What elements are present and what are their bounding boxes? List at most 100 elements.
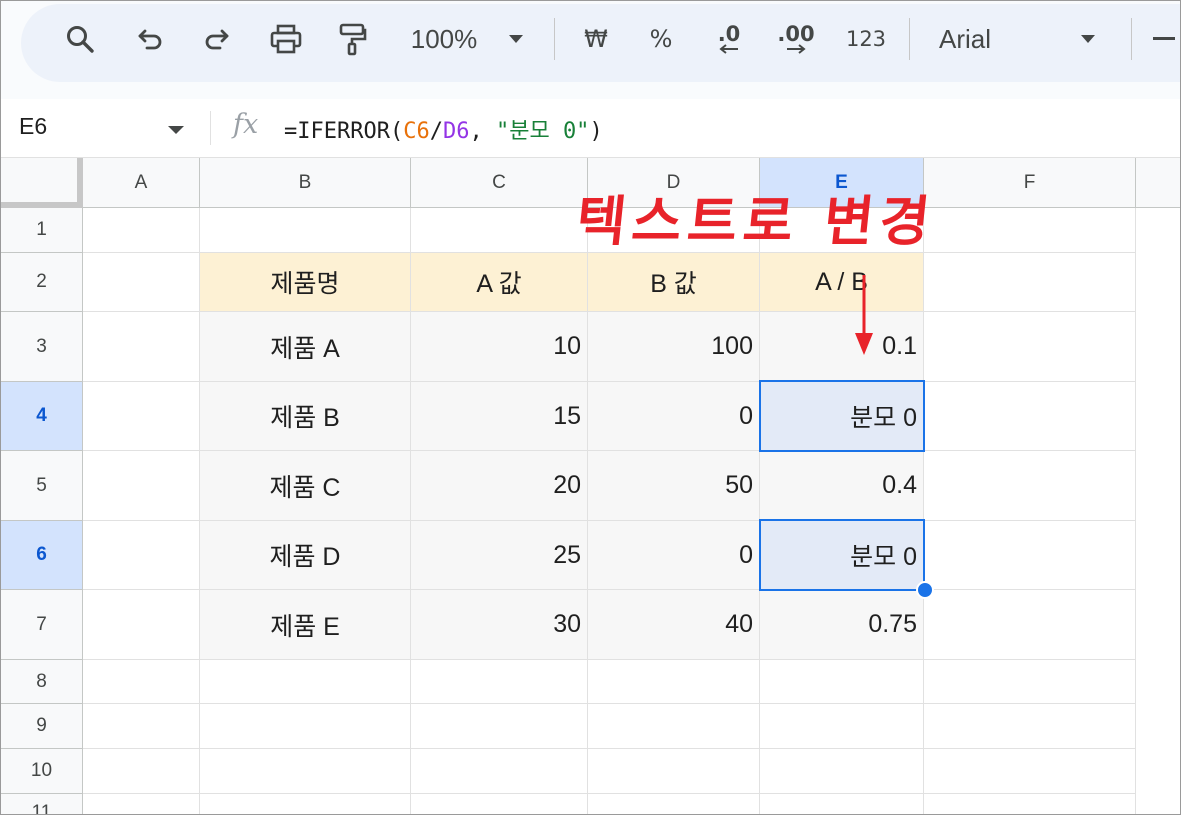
name-box[interactable]: E6 <box>19 113 47 140</box>
column-header-g[interactable] <box>1136 158 1180 208</box>
currency-format-button[interactable]: ₩ <box>576 15 616 63</box>
chevron-down-icon[interactable] <box>167 122 185 140</box>
cell-a5[interactable] <box>83 451 200 521</box>
cell-b9[interactable] <box>200 704 411 749</box>
cell-a4[interactable] <box>83 382 200 451</box>
table-cell-product[interactable]: 제품 A <box>200 312 411 382</box>
row-header-1[interactable]: 1 <box>1 208 83 253</box>
cell-f6[interactable] <box>924 521 1136 590</box>
cell-b11[interactable] <box>200 794 411 814</box>
row-header-8[interactable]: 8 <box>1 660 83 704</box>
cell-f5[interactable] <box>924 451 1136 521</box>
zoom-select[interactable]: 100% <box>401 15 487 63</box>
table-cell-a-value[interactable]: 30 <box>411 590 588 660</box>
select-all-corner[interactable] <box>1 158 83 208</box>
cell-f1[interactable] <box>924 208 1136 253</box>
row-header-9[interactable]: 9 <box>1 704 83 749</box>
cell-a1[interactable] <box>83 208 200 253</box>
table-header-b-value[interactable]: B 값 <box>588 253 760 312</box>
table-header-a-value[interactable]: A 값 <box>411 253 588 312</box>
cell-f11[interactable] <box>924 794 1136 814</box>
row-header-4[interactable]: 4 <box>1 382 83 451</box>
fill-handle[interactable] <box>916 581 934 599</box>
table-cell-b-value[interactable]: 0 <box>588 382 760 451</box>
column-header-c[interactable]: C <box>411 158 588 208</box>
row-header-10[interactable]: 10 <box>1 749 83 794</box>
cell-d10[interactable] <box>588 749 760 794</box>
cell-e10[interactable] <box>760 749 924 794</box>
table-cell-a-value[interactable]: 15 <box>411 382 588 451</box>
cell-c1[interactable] <box>411 208 588 253</box>
table-cell-b-value[interactable]: 40 <box>588 590 760 660</box>
cell-f10[interactable] <box>924 749 1136 794</box>
cell-a10[interactable] <box>83 749 200 794</box>
table-header-ratio[interactable]: A / B <box>760 253 924 312</box>
cell-d11[interactable] <box>588 794 760 814</box>
number-format-button[interactable]: 123 <box>841 15 891 63</box>
cell-a3[interactable] <box>83 312 200 382</box>
cell-f2[interactable] <box>924 253 1136 312</box>
row-header-6[interactable]: 6 <box>1 521 83 590</box>
table-header-product[interactable]: 제품명 <box>200 253 411 312</box>
row-header-5[interactable]: 5 <box>1 451 83 521</box>
column-header-f[interactable]: F <box>924 158 1136 208</box>
cell-c10[interactable] <box>411 749 588 794</box>
table-cell-b-value[interactable]: 100 <box>588 312 760 382</box>
cell-a9[interactable] <box>83 704 200 749</box>
redo-icon[interactable] <box>196 15 236 63</box>
table-cell-a-value[interactable]: 10 <box>411 312 588 382</box>
percent-format-button[interactable]: % <box>641 15 681 63</box>
cell-f9[interactable] <box>924 704 1136 749</box>
cell-b10[interactable] <box>200 749 411 794</box>
cell-e11[interactable] <box>760 794 924 814</box>
paint-format-icon[interactable] <box>331 15 373 63</box>
table-cell-product[interactable]: 제품 B <box>200 382 411 451</box>
cell-f3[interactable] <box>924 312 1136 382</box>
cell-a7[interactable] <box>83 590 200 660</box>
chevron-down-icon[interactable] <box>1076 15 1100 63</box>
cell-f8[interactable] <box>924 660 1136 704</box>
cell-e8[interactable] <box>760 660 924 704</box>
table-cell-b-value[interactable]: 0 <box>588 521 760 590</box>
decrease-decimal-button[interactable]: .0 <box>706 15 752 63</box>
cell-e9[interactable] <box>760 704 924 749</box>
column-header-a[interactable]: A <box>83 158 200 208</box>
table-cell-a-value[interactable]: 25 <box>411 521 588 590</box>
row-header-7[interactable]: 7 <box>1 590 83 660</box>
increase-decimal-button[interactable]: .00 <box>771 15 821 63</box>
cell-c8[interactable] <box>411 660 588 704</box>
cell-c9[interactable] <box>411 704 588 749</box>
table-cell-product[interactable]: 제품 C <box>200 451 411 521</box>
table-cell-ratio[interactable]: 분모 0 <box>760 521 924 590</box>
cell-d8[interactable] <box>588 660 760 704</box>
formula-input[interactable]: =IFERROR(C6/D6, "분모 0") <box>284 113 603 145</box>
table-cell-product[interactable]: 제품 E <box>200 590 411 660</box>
row-header-11[interactable]: 11 <box>1 794 83 814</box>
print-icon[interactable] <box>265 15 307 63</box>
column-header-b[interactable]: B <box>200 158 411 208</box>
cell-f7[interactable] <box>924 590 1136 660</box>
table-cell-ratio[interactable]: 0.1 <box>760 312 924 382</box>
table-cell-ratio[interactable]: 0.4 <box>760 451 924 521</box>
table-cell-ratio[interactable]: 분모 0 <box>760 382 924 451</box>
cell-a11[interactable] <box>83 794 200 814</box>
cell-a2[interactable] <box>83 253 200 312</box>
cell-b1[interactable] <box>200 208 411 253</box>
undo-icon[interactable] <box>131 15 171 63</box>
cell-f4[interactable] <box>924 382 1136 451</box>
table-cell-b-value[interactable]: 50 <box>588 451 760 521</box>
row-header-2[interactable]: 2 <box>1 253 83 312</box>
search-icon[interactable] <box>59 15 101 63</box>
cell-b8[interactable] <box>200 660 411 704</box>
chevron-down-icon[interactable] <box>504 15 528 63</box>
font-select[interactable]: Arial <box>939 15 1009 63</box>
cell-a6[interactable] <box>83 521 200 590</box>
cell-a8[interactable] <box>83 660 200 704</box>
cell-c11[interactable] <box>411 794 588 814</box>
row-header-3[interactable]: 3 <box>1 312 83 382</box>
table-cell-product[interactable]: 제품 D <box>200 521 411 590</box>
decrease-font-icon[interactable] <box>1149 15 1179 63</box>
cell-d9[interactable] <box>588 704 760 749</box>
table-cell-ratio[interactable]: 0.75 <box>760 590 924 660</box>
table-cell-a-value[interactable]: 20 <box>411 451 588 521</box>
